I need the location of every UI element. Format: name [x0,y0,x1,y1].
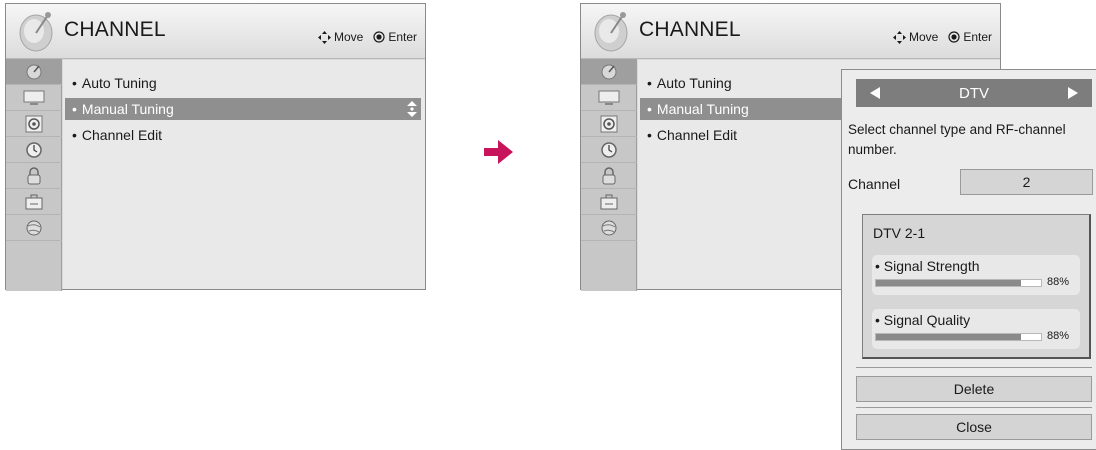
next-arrow-icon[interactable] [1068,87,1078,99]
signal-panel: DTV 2-1 • Signal Strength 88% • Signal Q… [862,214,1091,359]
move-hint: Move [892,30,939,44]
channel-label: Channel [848,176,901,192]
menu-list: • Auto Tuning • Manual Tuning • Channel Edi… [63,60,425,289]
rail-globe-icon[interactable] [6,215,62,241]
satellite-dish-icon [594,12,628,52]
signal-channel-title: DTV 2-1 [873,225,926,241]
rail-globe-icon[interactable] [581,215,637,241]
move-hint: Move [317,30,364,44]
previous-arrow-icon[interactable] [870,87,880,99]
menu-header: CHANNEL Move Enter [6,4,425,59]
divider [856,407,1092,408]
signal-strength-block: • Signal Strength 88% [872,255,1080,295]
manual-tuning-popup: DTV Select channel type and RF-channel n… [841,69,1096,450]
rail-speaker-icon[interactable] [6,111,62,137]
signal-strength-label: • Signal Strength [875,258,980,274]
signal-quality-percent: 88% [1047,330,1070,342]
rail-lock-icon[interactable] [6,163,62,189]
menu-header: CHANNEL Move Enter [581,4,1000,59]
menu-item-label: Channel Edit [656,127,738,143]
transition-arrow-icon [484,140,513,164]
enter-button-icon [373,31,385,43]
category-rail [581,59,637,291]
menu-item-label: Manual Tuning [81,101,174,117]
category-rail [6,59,62,291]
divider [856,367,1092,368]
menu-item-channel-edit[interactable]: • Channel Edit [65,124,421,146]
satellite-dish-icon [19,12,53,52]
rail-tv-screen-icon[interactable] [581,85,637,111]
signal-quality-block: • Signal Quality 88% [872,309,1080,349]
signal-strength-fill [876,280,1022,286]
popup-description: Select channel type and RF-channel numbe… [848,122,1066,157]
enter-hint-label: Enter [963,30,992,44]
move-arrows-icon [317,30,331,44]
rail-lock-icon[interactable] [581,163,637,189]
signal-quality-fill [876,334,1022,340]
menu-item-label: Manual Tuning [656,101,749,117]
signal-quality-bar [875,333,1042,341]
rail-speaker-icon[interactable] [581,111,637,137]
channel-menu-before: CHANNEL Move Enter • Auto Tuning • Manua… [5,3,426,291]
rail-clock-icon[interactable] [581,137,637,163]
menu-title: CHANNEL [639,18,741,41]
enter-button-icon [948,31,960,43]
channel-type-selector[interactable]: DTV [856,79,1092,107]
enter-hint: Enter [373,30,417,44]
rail-satellite-dish-icon[interactable] [6,59,62,85]
menu-item-auto-tuning[interactable]: • Auto Tuning [65,72,421,94]
move-hint-label: Move [333,30,364,44]
close-button[interactable]: Close [856,414,1092,440]
menu-item-label: Auto Tuning [656,75,732,91]
channel-number-field[interactable]: 2 [960,169,1093,195]
key-hints: Move Enter [317,30,417,44]
key-hints: Move Enter [892,30,992,44]
menu-item-label: Channel Edit [81,127,163,143]
menu-title: CHANNEL [64,18,166,41]
signal-strength-percent: 88% [1047,276,1070,288]
rail-satellite-dish-icon[interactable] [581,59,637,85]
menu-item-label: Auto Tuning [81,75,157,91]
signal-quality-label: • Signal Quality [875,312,971,328]
menu-item-manual-tuning[interactable]: • Manual Tuning [65,98,421,120]
move-arrows-icon [892,30,906,44]
delete-button[interactable]: Delete [856,376,1092,402]
enter-hint: Enter [948,30,992,44]
move-hint-label: Move [908,30,939,44]
rail-toolbox-icon[interactable] [581,189,637,215]
rail-tv-screen-icon[interactable] [6,85,62,111]
rail-toolbox-icon[interactable] [6,189,62,215]
rail-clock-icon[interactable] [6,137,62,163]
enter-hint-label: Enter [388,30,417,44]
up-down-arrow-icon [407,101,417,117]
channel-type-value: DTV [959,84,989,102]
signal-strength-bar [875,279,1042,287]
